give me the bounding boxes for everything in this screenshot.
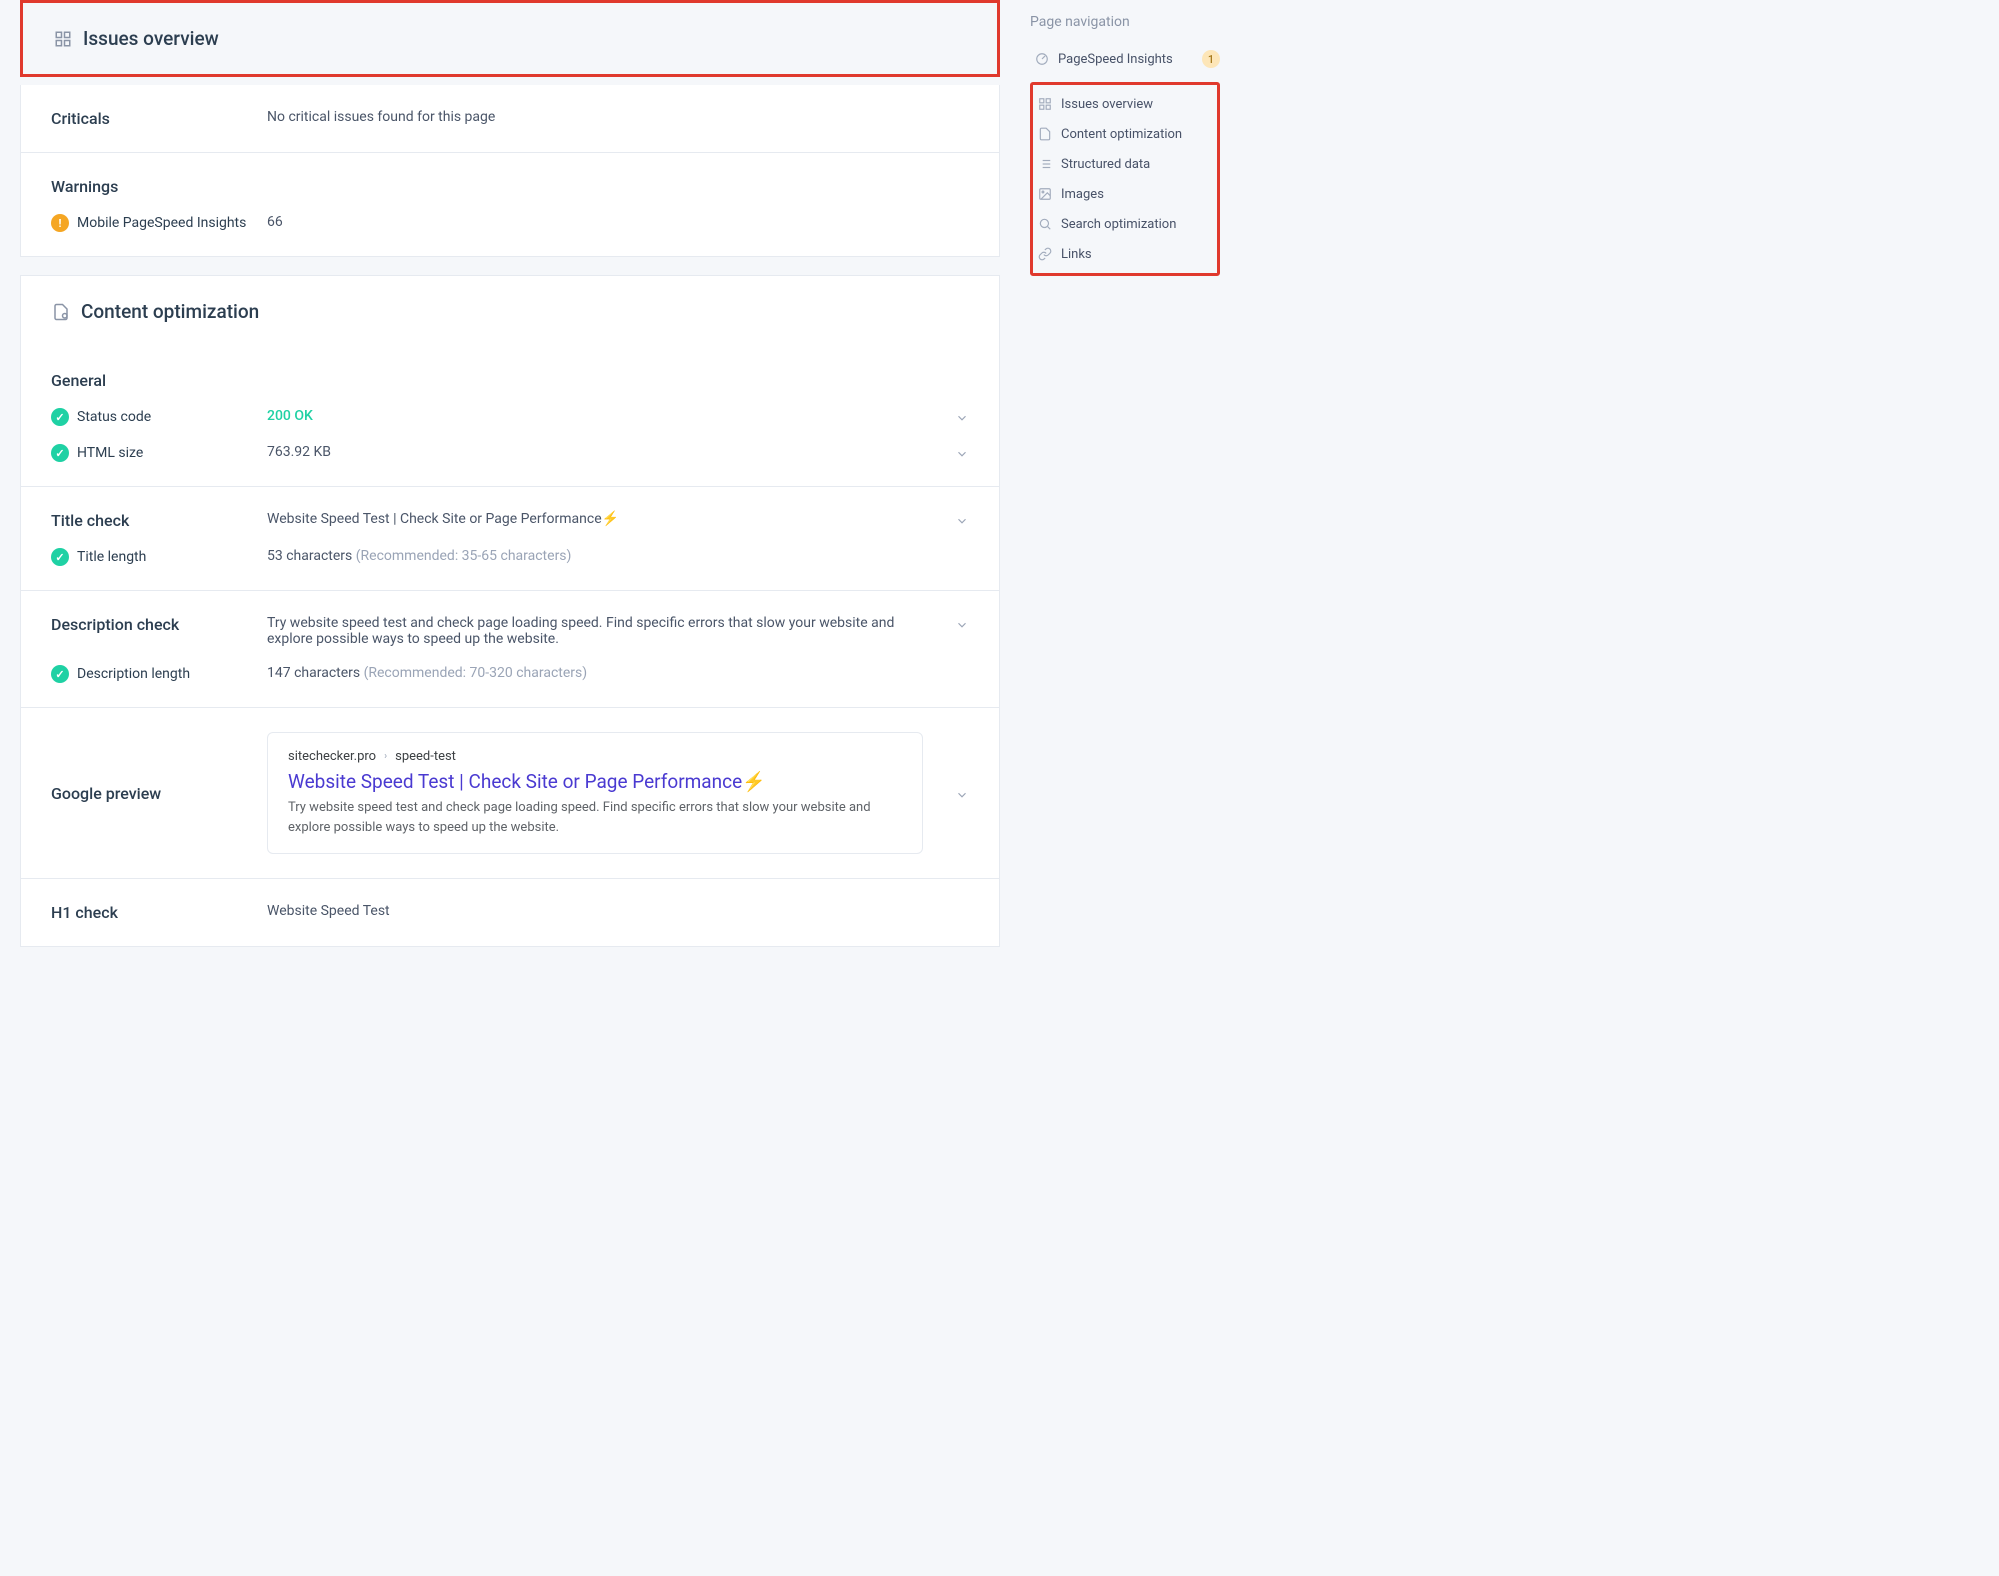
warnings-heading: Warnings [51, 177, 118, 196]
criticals-message: No critical issues found for this page [267, 109, 969, 125]
description-check-heading: Description check [51, 615, 179, 634]
search-icon [1037, 216, 1053, 232]
nav-item-links[interactable]: Links [1033, 239, 1217, 269]
description-length-label: Description length [77, 666, 190, 682]
check-icon: ✓ [51, 665, 69, 683]
h1-check-value: Website Speed Test [267, 903, 969, 919]
title-length-chars: 53 characters [267, 548, 356, 564]
link-icon [1037, 246, 1053, 262]
general-panel: General ✓ Status code 200 OK ✓ HTML size… [20, 347, 1000, 487]
title-check-heading: Title check [51, 511, 129, 530]
status-code-label: Status code [77, 409, 151, 425]
nav-item-pagespeed[interactable]: PageSpeed Insights [1030, 44, 1187, 74]
h1-check-panel: H1 check Website Speed Test [20, 878, 1000, 947]
google-preview-title: Website Speed Test | Check Site or Page … [288, 770, 902, 793]
section-title: Content optimization [81, 300, 259, 323]
criticals-panel: Criticals No critical issues found for t… [20, 85, 1000, 153]
chevron-right-icon: › [384, 751, 387, 762]
list-icon [1037, 156, 1053, 172]
nav-item-structured-data[interactable]: Structured data [1033, 149, 1217, 179]
criticals-heading: Criticals [51, 109, 110, 128]
chevron-down-icon[interactable] [939, 785, 969, 802]
google-preview-breadcrumb: sitechecker.pro › speed-test [288, 749, 902, 764]
title-length-value: 53 characters (Recommended: 35-65 charac… [267, 548, 969, 564]
nav-item-issues-overview[interactable]: Issues overview [1033, 89, 1217, 119]
warning-icon: ! [51, 214, 69, 232]
nav-item-search-optimization[interactable]: Search optimization [1033, 209, 1217, 239]
image-icon [1037, 186, 1053, 202]
google-preview-desc: Try website speed test and check page lo… [288, 798, 902, 837]
chevron-down-icon[interactable] [939, 444, 969, 461]
description-length-value: 147 characters (Recommended: 70-320 char… [267, 665, 969, 681]
google-preview-panel: Google preview sitechecker.pro › speed-t… [20, 707, 1000, 879]
chevron-down-icon[interactable] [939, 511, 969, 528]
check-icon: ✓ [51, 548, 69, 566]
nav-label: Issues overview [1061, 97, 1153, 112]
description-check-panel: Description check Try website speed test… [20, 590, 1000, 708]
section-title: Issues overview [83, 27, 219, 50]
nav-item-images[interactable]: Images [1033, 179, 1217, 209]
google-preview-heading: Google preview [51, 784, 161, 803]
check-icon: ✓ [51, 408, 69, 426]
warning-item-value: 66 [267, 214, 969, 230]
warnings-panel: Warnings ! Mobile PageSpeed Insights 66 [20, 152, 1000, 257]
page-navigation-heading: Page navigation [1030, 14, 1220, 30]
title-check-panel: Title check Website Speed Test | Check S… [20, 486, 1000, 591]
html-size-value: 763.92 KB [267, 444, 923, 460]
general-heading: General [51, 371, 106, 390]
nav-label: Images [1061, 187, 1104, 202]
title-check-value: Website Speed Test | Check Site or Page … [267, 511, 923, 527]
chevron-down-icon[interactable] [939, 408, 969, 425]
grid-icon [53, 29, 73, 49]
nav-label: Links [1061, 247, 1092, 262]
gauge-icon [1034, 51, 1050, 67]
description-length-hint: (Recommended: 70-320 characters) [364, 665, 588, 681]
title-length-hint: (Recommended: 35-65 characters) [356, 548, 572, 564]
google-preview-card: sitechecker.pro › speed-test Website Spe… [267, 732, 923, 854]
status-code-value: 200 OK [267, 408, 923, 424]
nav-item-content-optimization[interactable]: Content optimization [1033, 119, 1217, 149]
issues-overview-header: Issues overview [20, 0, 1000, 77]
content-optimization-header: Content optimization [20, 275, 1000, 347]
h1-check-heading: H1 check [51, 903, 118, 922]
nav-label: Search optimization [1061, 217, 1176, 232]
title-length-label: Title length [77, 549, 146, 565]
gp-domain: sitechecker.pro [288, 749, 376, 764]
html-size-label: HTML size [77, 445, 143, 461]
grid-icon [1037, 96, 1053, 112]
nav-label: PageSpeed Insights [1058, 52, 1173, 67]
gp-path: speed-test [395, 749, 456, 764]
pagespeed-badge: 1 [1202, 50, 1220, 68]
chevron-down-icon[interactable] [939, 615, 969, 632]
content-icon [51, 302, 71, 322]
check-icon: ✓ [51, 444, 69, 462]
nav-label: Content optimization [1061, 127, 1182, 142]
warning-item-label: Mobile PageSpeed Insights [77, 215, 246, 231]
content-icon [1037, 126, 1053, 142]
nav-label: Structured data [1061, 157, 1150, 172]
page-navigation-list: Issues overview Content optimization Str… [1030, 82, 1220, 276]
description-length-chars: 147 characters [267, 665, 364, 681]
description-check-value: Try website speed test and check page lo… [267, 615, 923, 647]
